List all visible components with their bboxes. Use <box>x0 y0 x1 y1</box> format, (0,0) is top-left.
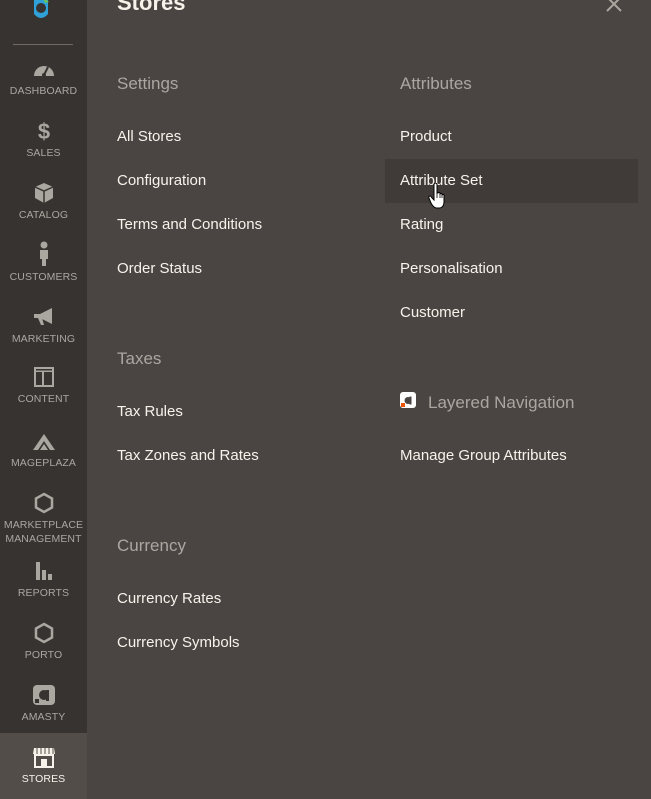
link-currency-symbols[interactable]: Currency Symbols <box>117 634 240 651</box>
link-personalisation[interactable]: Personalisation <box>400 260 503 277</box>
layered-navigation-group-title: Layered Navigation <box>428 393 575 412</box>
nav-label: Reports <box>17 587 70 599</box>
nav-porto[interactable]: Porto <box>0 622 87 674</box>
amasty-icon <box>32 685 55 705</box>
link-configuration[interactable]: Configuration <box>117 172 206 189</box>
mageplaza-icon <box>32 434 55 450</box>
nav-catalog[interactable]: Catalog <box>0 182 87 234</box>
amasty-logo-icon <box>400 392 416 408</box>
nav-amasty[interactable]: Amasty <box>0 684 87 736</box>
nav-label: Dashboard <box>9 85 78 97</box>
nav-customers[interactable]: Customers <box>0 238 87 290</box>
nav-label-line2: Management <box>5 533 82 545</box>
nav-label: Catalog <box>18 209 69 221</box>
cube-icon <box>34 183 53 203</box>
magento-logo-icon[interactable] <box>26 0 56 24</box>
nav-reports[interactable]: Reports <box>0 560 87 612</box>
hexagon-icon <box>34 622 53 644</box>
svg-text:$: $ <box>37 120 49 142</box>
logo-divider <box>13 44 73 45</box>
close-icon[interactable] <box>604 0 624 14</box>
nav-label: Marketing <box>11 333 76 345</box>
link-terms-and-conditions[interactable]: Terms and Conditions <box>117 216 262 233</box>
nav-label-line1: Marketplace <box>3 519 84 531</box>
nav-marketing[interactable]: Marketing <box>0 306 87 358</box>
link-customer[interactable]: Customer <box>400 304 465 321</box>
link-currency-rates[interactable]: Currency Rates <box>117 590 221 607</box>
nav-marketplace-management[interactable]: Marketplace Management <box>0 492 87 548</box>
nav-label: Content <box>17 393 70 405</box>
currency-group-title: Currency <box>117 536 186 555</box>
nav-dashboard[interactable]: Dashboard <box>0 58 87 110</box>
hand-cursor-icon <box>428 183 445 209</box>
link-tax-rules[interactable]: Tax Rules <box>117 403 183 420</box>
link-manage-group-attributes[interactable]: Manage Group Attributes <box>400 447 567 464</box>
nav-sales[interactable]: $ Sales <box>0 120 87 172</box>
megaphone-icon <box>33 308 52 325</box>
layout-icon <box>33 367 54 387</box>
nav-label: Stores <box>21 773 66 785</box>
bar-chart-icon <box>35 562 52 580</box>
dollar-icon: $ <box>37 120 49 142</box>
gauge-icon <box>33 66 54 77</box>
admin-sidebar: Dashboard $ Sales Catalog Customers Mark… <box>0 0 87 799</box>
nav-label: Amasty <box>21 711 66 723</box>
settings-group-title: Settings <box>117 74 179 93</box>
taxes-group-title: Taxes <box>117 349 162 368</box>
link-order-status[interactable]: Order Status <box>117 260 202 277</box>
link-rating[interactable]: Rating <box>400 216 443 233</box>
nav-mageplaza[interactable]: Mageplaza <box>0 430 87 482</box>
nav-label: Porto <box>24 649 63 661</box>
link-tax-zones-and-rates[interactable]: Tax Zones and Rates <box>117 447 259 464</box>
person-icon <box>39 241 48 266</box>
link-all-stores[interactable]: All Stores <box>117 128 181 145</box>
link-product[interactable]: Product <box>400 128 452 145</box>
attributes-group-title: Attributes <box>400 74 472 93</box>
hexagon-icon <box>34 492 53 514</box>
nav-label: Customers <box>9 271 78 283</box>
stores-submenu-panel: Stores Settings All Stores Configuration… <box>87 0 651 799</box>
storefront-icon <box>32 748 55 768</box>
nav-content[interactable]: Content <box>0 366 87 418</box>
panel-title: Stores <box>117 0 186 15</box>
nav-label: Mageplaza <box>10 457 77 469</box>
nav-label: Sales <box>26 147 61 159</box>
nav-stores[interactable]: Stores <box>0 733 87 799</box>
